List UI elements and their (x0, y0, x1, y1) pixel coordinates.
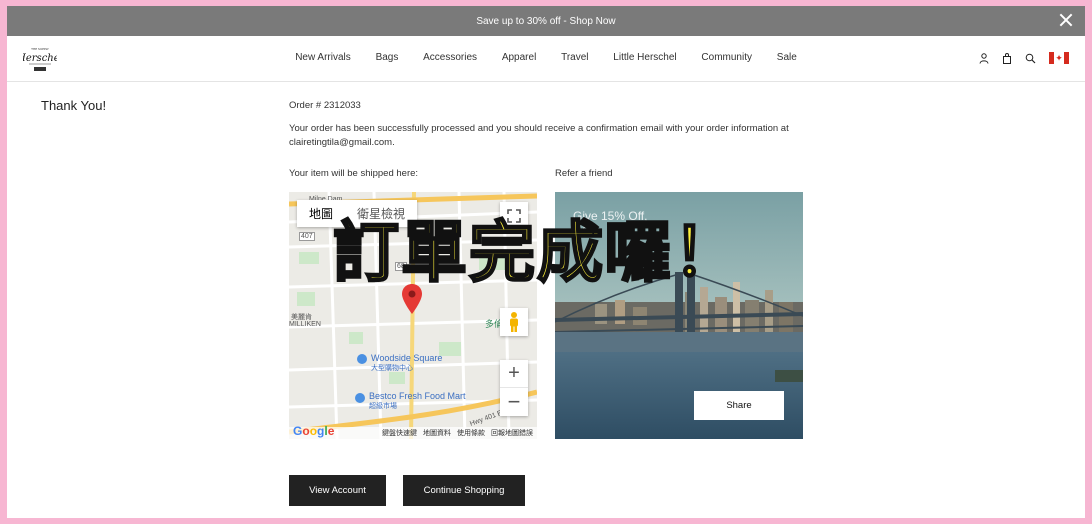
view-account-button[interactable]: View Account (289, 475, 386, 506)
thank-you-heading: Thank You! (41, 98, 107, 113)
svg-text:THE SUPPLY: THE SUPPLY (30, 47, 49, 51)
map-footer-terms[interactable]: 使用條款 (457, 428, 485, 438)
promo-bar[interactable]: Save up to 30% off - Shop Now (7, 6, 1085, 36)
overlay-caption: 訂單完成囉！ (332, 214, 741, 291)
map-footer-shortcuts[interactable]: 鍵盤快速鍵 (382, 428, 417, 438)
map-label-bestco-cn: 超級市場 (369, 403, 397, 410)
route-407-badge: 407 (299, 232, 315, 241)
order-number: Order # 2312033 (289, 100, 361, 111)
account-icon[interactable] (979, 52, 989, 64)
map-footer-report[interactable]: 回報地圖錯誤 (491, 428, 533, 438)
zoom-in-button[interactable]: + (500, 360, 528, 388)
promo-text[interactable]: Save up to 30% off - Shop Now (476, 16, 615, 27)
map-footer-data[interactable]: 地圖資料 (423, 428, 451, 438)
google-logo[interactable]: Google (293, 424, 334, 438)
zoom-controls: + − (500, 360, 528, 416)
nav-sale[interactable]: Sale (777, 52, 797, 63)
nav-accessories[interactable]: Accessories (423, 52, 477, 63)
main-nav: New Arrivals Bags Accessories Apparel Tr… (7, 52, 1085, 63)
site-header: THE SUPPLY Herschel New Arrivals Bags Ac… (7, 36, 1085, 82)
street-view-button[interactable] (500, 308, 528, 336)
page: Save up to 30% off - Shop Now THE SUPPLY… (7, 6, 1085, 518)
map-label-bestco: Bestco Fresh Food Mart (369, 391, 466, 401)
nav-community[interactable]: Community (701, 52, 752, 63)
shipping-label: Your item will be shipped here: (289, 168, 419, 179)
close-icon[interactable] (1059, 13, 1073, 27)
nav-travel[interactable]: Travel (561, 52, 588, 63)
continue-shopping-button[interactable]: Continue Shopping (403, 475, 525, 506)
bag-icon[interactable] (1002, 52, 1012, 64)
header-icons: ✦ (979, 52, 1069, 64)
canada-flag-icon[interactable]: ✦ (1049, 52, 1069, 64)
nav-little-herschel[interactable]: Little Herschel (613, 52, 676, 63)
nav-apparel[interactable]: Apparel (502, 52, 536, 63)
map-label-milliken: MILLIKEN (289, 321, 321, 328)
pegman-icon (510, 312, 518, 332)
nav-new-arrivals[interactable]: New Arrivals (295, 52, 351, 63)
search-icon[interactable] (1025, 53, 1036, 64)
refer-label: Refer a friend (555, 168, 613, 179)
map-label-woodside-cn: 大型購物中心 (371, 365, 413, 372)
nav-bags[interactable]: Bags (376, 52, 399, 63)
share-button[interactable]: Share (694, 391, 784, 420)
order-message: Your order has been successfully process… (289, 123, 789, 148)
zoom-out-button[interactable]: − (500, 388, 528, 416)
map-label-woodside: Woodside Square (371, 353, 443, 363)
